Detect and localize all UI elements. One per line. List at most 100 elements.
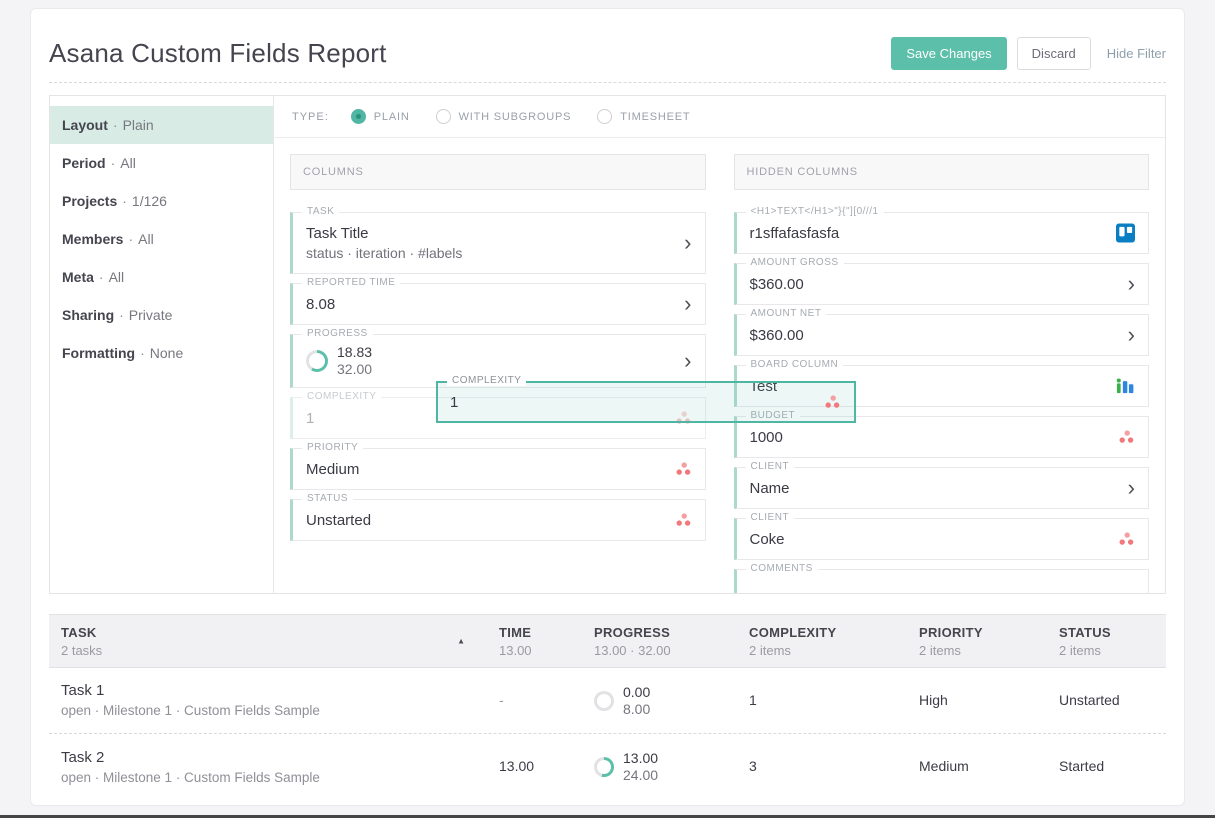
asana-dots-icon	[824, 395, 841, 410]
radio-unselected-icon[interactable]	[597, 109, 612, 124]
time-cell: -	[489, 692, 584, 710]
type-option-plain[interactable]: PLAIN	[351, 109, 410, 124]
type-label: TYPE:	[292, 111, 329, 123]
sidebar-item-layout[interactable]: Layout · Plain	[50, 106, 273, 144]
sidebar-item-label: Formatting	[62, 345, 135, 361]
table-header-progress[interactable]: PROGRESS 13.00 · 32.00	[584, 623, 739, 660]
sidebar-item-label: Meta	[62, 269, 94, 285]
table-header-complexity[interactable]: COMPLEXITY 2 items	[739, 623, 909, 660]
priority-cell: Medium	[909, 758, 1049, 776]
field-client-name[interactable]: CLIENT Name ›	[734, 467, 1150, 509]
sidebar-item-label: Period	[62, 155, 106, 171]
sidebar-item-period[interactable]: Period · All	[50, 144, 273, 182]
task-cell: Task 1 open · Milestone 1 · Custom Field…	[49, 681, 489, 720]
chevron-right-icon[interactable]: ›	[684, 232, 691, 254]
table-header-row: TASK 2 tasks ▲ TIME 13.00 PROGRESS 13.00…	[49, 614, 1166, 668]
asana-dots-icon	[675, 513, 692, 528]
field-task[interactable]: TASK Task Title status · iteration · #la…	[290, 212, 706, 274]
field-value: Coke	[750, 531, 785, 548]
chevron-right-icon[interactable]: ›	[1128, 273, 1135, 295]
field-h1-text[interactable]: <H1>TEXT</H1>"}{"][0///1 r1sffafasfasfa	[734, 212, 1150, 254]
table-row: Task 1 open · Milestone 1 · Custom Field…	[49, 668, 1166, 734]
field-label: STATUS	[302, 493, 353, 504]
priority-cell: High	[909, 692, 1049, 710]
field-label: REPORTED TIME	[302, 277, 400, 288]
field-amount-gross[interactable]: AMOUNT GROSS $360.00 ›	[734, 263, 1150, 305]
sidebar-item-projects[interactable]: Projects · 1/126	[50, 182, 273, 220]
column-subtext: 13.00	[499, 642, 574, 660]
field-label: AMOUNT GROSS	[746, 257, 844, 268]
time-cell: 13.00	[489, 758, 584, 776]
field-comments[interactable]: COMMENTS	[734, 569, 1150, 593]
table-header-task[interactable]: TASK 2 tasks ▲	[49, 623, 489, 660]
chevron-right-icon[interactable]: ›	[1128, 324, 1135, 346]
separator-dot: ·	[128, 231, 133, 247]
field-client-coke[interactable]: CLIENT Coke	[734, 518, 1150, 560]
sidebar-item-label: Projects	[62, 193, 117, 209]
table-row: Task 2 open · Milestone 1 · Custom Field…	[49, 734, 1166, 800]
chevron-right-icon[interactable]: ›	[684, 293, 691, 315]
field-status[interactable]: STATUS Unstarted	[290, 499, 706, 541]
type-selector-row: TYPE: PLAIN WITH SUBGROUPS TIMESHEET	[274, 96, 1165, 138]
sidebar-item-sharing[interactable]: Sharing · Private	[50, 296, 273, 334]
field-value: $360.00	[750, 276, 804, 293]
field-value: Unstarted	[306, 512, 371, 529]
asana-dots-icon	[1118, 430, 1135, 445]
type-option-with-subgroups[interactable]: WITH SUBGROUPS	[436, 109, 572, 124]
separator-dot: ·	[99, 269, 104, 285]
progress-cell: 13.00 24.00	[584, 750, 739, 784]
sidebar-item-meta[interactable]: Meta · All	[50, 258, 273, 296]
sort-asc-icon[interactable]: ▲	[457, 637, 465, 646]
trello-icon	[1116, 224, 1135, 243]
filter-sidebar: Layout · Plain Period · All Projects · 1…	[50, 96, 274, 593]
column-label: TIME	[499, 623, 574, 642]
task-subtitle: open · Milestone 1 · Custom Fields Sampl…	[61, 701, 479, 720]
column-label: PROGRESS	[594, 623, 729, 642]
dragged-field-complexity[interactable]: COMPLEXITY 1	[436, 381, 856, 423]
field-label: BOARD COLUMN	[746, 359, 844, 370]
sidebar-item-value: None	[150, 345, 183, 361]
field-value: 8.08	[306, 296, 335, 313]
progress-total: 24.00	[623, 767, 658, 784]
field-label: CLIENT	[746, 461, 795, 472]
discard-button[interactable]: Discard	[1017, 37, 1091, 70]
filter-content: TYPE: PLAIN WITH SUBGROUPS TIMESHEET CO	[274, 96, 1165, 593]
separator-dot: ·	[111, 155, 116, 171]
column-label: PRIORITY	[919, 623, 1039, 642]
sidebar-item-members[interactable]: Members · All	[50, 220, 273, 258]
field-amount-net[interactable]: AMOUNT NET $360.00 ›	[734, 314, 1150, 356]
type-option-timesheet[interactable]: TIMESHEET	[597, 109, 690, 124]
status-value: Started	[1059, 758, 1104, 774]
column-label: COMPLEXITY	[749, 623, 899, 642]
table-header-priority[interactable]: PRIORITY 2 items	[909, 623, 1049, 660]
field-label: COMPLEXITY	[447, 375, 526, 386]
field-label: AMOUNT NET	[746, 308, 827, 319]
hidden-columns-panel-header: HIDDEN COLUMNS	[734, 154, 1150, 190]
field-value: Name	[750, 480, 790, 497]
task-subtitle: open · Milestone 1 · Custom Fields Sampl…	[61, 768, 479, 787]
sidebar-item-value: All	[109, 269, 125, 285]
chevron-right-icon[interactable]: ›	[684, 350, 691, 372]
radio-selected-icon[interactable]	[351, 109, 366, 124]
progress-done: 0.00	[623, 684, 650, 701]
table-header-time[interactable]: TIME 13.00	[489, 623, 584, 660]
column-subtext: 2 items	[749, 642, 899, 660]
sidebar-item-formatting[interactable]: Formatting · None	[50, 334, 273, 372]
progress-total: 8.00	[623, 701, 650, 718]
chevron-right-icon[interactable]: ›	[1128, 477, 1135, 499]
radio-unselected-icon[interactable]	[436, 109, 451, 124]
columns-area: COLUMNS TASK Task Title status · iterati…	[274, 138, 1165, 593]
field-label: COMPLEXITY	[302, 391, 381, 402]
sidebar-item-value: All	[138, 231, 154, 247]
field-reported-time[interactable]: REPORTED TIME 8.08 ›	[290, 283, 706, 325]
time-value: 13.00	[499, 758, 534, 774]
table-header-status[interactable]: STATUS 2 items	[1049, 623, 1166, 660]
page-header: Asana Custom Fields Report Save Changes …	[49, 9, 1166, 83]
hide-filter-link[interactable]: Hide Filter	[1107, 46, 1166, 61]
field-priority[interactable]: PRIORITY Medium	[290, 448, 706, 490]
separator-dot: ·	[122, 193, 127, 209]
field-value: Task Title	[306, 225, 462, 242]
complexity-cell: 3	[739, 758, 909, 776]
progress-cell: 0.00 8.00	[584, 684, 739, 718]
save-changes-button[interactable]: Save Changes	[891, 37, 1006, 70]
